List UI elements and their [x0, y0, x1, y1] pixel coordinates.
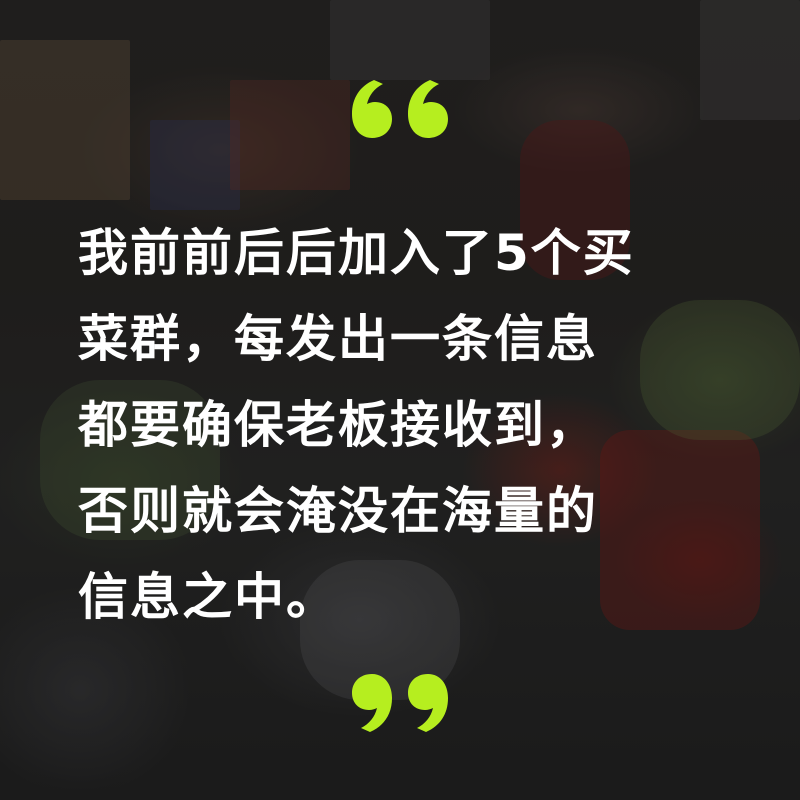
- open-quote-icon: [350, 78, 450, 140]
- quote-line: 菜群，每发出一条信息: [78, 310, 598, 368]
- quote-card: 我前前后后加入了5个买 菜群，每发出一条信息 都要确保老板接收到， 否则就会淹没…: [0, 0, 800, 800]
- close-quote-icon: [350, 672, 450, 734]
- quote-line: 否则就会淹没在海量的: [78, 482, 598, 540]
- quote-line: 信息之中。: [78, 568, 338, 626]
- quote-text: 我前前后后加入了5个买 菜群，每发出一条信息 都要确保老板接收到， 否则就会淹没…: [78, 210, 738, 640]
- quote-line: 都要确保老板接收到，: [78, 396, 598, 454]
- quote-line: 我前前后后加入了5个买: [78, 224, 635, 282]
